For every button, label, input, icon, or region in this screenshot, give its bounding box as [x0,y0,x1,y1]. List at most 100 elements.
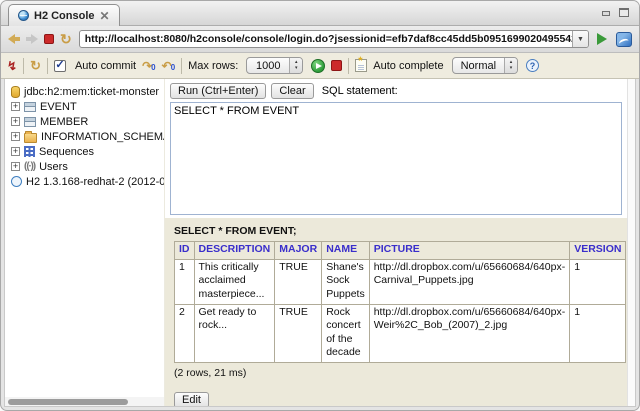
globe-icon [18,10,29,21]
separator [181,58,182,74]
result-frame: SELECT * FROM EVENT; IDDESCRIPTIONMAJORN… [165,218,627,406]
schema-tree: jdbc:h2:mem:ticket-monster+EVENT+MEMBER+… [5,79,164,406]
tree-item[interactable]: + EVENT [11,99,164,114]
close-icon[interactable]: ✕ [100,10,110,22]
tree-item-label: EVENT [40,101,77,113]
table-cell: 1 [570,304,626,363]
tab-title: H2 Console [34,10,95,22]
minimize-icon[interactable] [601,8,611,17]
browser-toolbar: ↻ http://localhost:8080/h2console/consol… [1,26,639,53]
max-rows-label: Max rows: [188,60,238,72]
table-row[interactable]: 2Get ready to rock...TRUERock concert of… [175,304,626,363]
sequences-icon [24,146,35,157]
external-browser-icon[interactable] [616,32,632,47]
back-icon[interactable] [8,34,20,44]
tree-item[interactable]: jdbc:h2:mem:ticket-monster [11,84,164,99]
commit-icon[interactable]: ↷ 0 [142,60,156,72]
scrollbar-thumb[interactable] [8,399,128,405]
tree-horizontal-scrollbar[interactable] [5,397,164,406]
refresh-tree-icon[interactable]: ↻ [30,59,41,72]
tree-item[interactable]: + INFORMATION_SCHEMA [11,129,164,144]
expand-icon[interactable]: + [11,132,20,141]
expand-icon[interactable]: + [11,102,20,111]
tab-h2-console[interactable]: H2 Console ✕ [8,4,120,26]
column-header[interactable]: PICTURE [369,242,569,260]
query-frame: Run (Ctrl+Enter) Clear SQL statement: SE… [165,79,627,218]
stepper-icon: ▴▾ [504,58,517,73]
tree-item-label: H2 1.3.168-redhat-2 (2012-07-13 [26,176,164,188]
auto-complete-value: Normal [453,60,504,72]
table-cell: 1 [570,259,626,304]
info-icon [11,176,22,187]
go-icon[interactable] [597,33,607,45]
main-area: jdbc:h2:mem:ticket-monster+EVENT+MEMBER+… [4,79,636,407]
table-cell: 1 [175,259,195,304]
table-cell: Get ready to rock... [194,304,275,363]
url-dropdown-icon[interactable]: ▼ [572,31,588,47]
table-row[interactable]: 1This critically acclaimed masterpiece..… [175,259,626,304]
expand-icon[interactable]: + [11,117,20,126]
tab-bar: H2 Console ✕ [1,1,639,26]
column-header[interactable]: DESCRIPTION [194,242,275,260]
tree-item[interactable]: H2 1.3.168-redhat-2 (2012-07-13 [11,174,164,189]
table-cell: TRUE [275,304,322,363]
table-cell: TRUE [275,259,322,304]
column-header[interactable]: MAJOR [275,242,322,260]
auto-complete-icon[interactable] [355,59,367,72]
refresh-icon[interactable]: ↻ [60,32,72,46]
stop-icon[interactable] [44,34,54,44]
stepper-icon: ▴▾ [289,58,302,73]
tree-item-label: Sequences [39,146,94,158]
expand-icon[interactable]: + [11,147,20,156]
separator [47,58,48,74]
rollback-count: 0 [171,64,175,72]
tree-item[interactable]: + ((∙)) Users [11,159,164,174]
column-header[interactable]: ID [175,242,195,260]
table-cell: http://dl.dropbox.com/u/65660684/640px-W… [369,304,569,363]
run-icon[interactable] [311,59,325,73]
max-rows-select[interactable]: 1000 ▴▾ [246,57,303,74]
rollback-icon[interactable]: ↶ 0 [162,60,176,72]
h2-toolbar: ↯ ↻ ✓ Auto commit ↷ 0 ↶ 0 Max rows: 1000… [1,53,639,79]
table-icon [24,117,36,127]
sql-input[interactable]: SELECT * FROM EVENT [170,102,622,215]
expand-icon[interactable]: + [11,162,20,171]
edit-button[interactable]: Edit [174,392,209,406]
auto-commit-checkbox[interactable]: ✓ [54,60,66,72]
auto-commit-label: Auto commit [75,60,136,72]
commit-count: 0 [151,64,155,72]
tree-item[interactable]: + Sequences [11,144,164,159]
table-cell: Shane's Sock Puppets [322,259,370,304]
tree-item-label: INFORMATION_SCHEMA [41,131,164,143]
column-header[interactable]: NAME [322,242,370,260]
auto-complete-label: Auto complete [373,60,443,72]
table-icon [24,102,36,112]
auto-complete-select[interactable]: Normal ▴▾ [452,57,518,74]
maximize-icon[interactable] [619,8,629,17]
folder-icon [24,133,37,143]
query-result-pane: Run (Ctrl+Enter) Clear SQL statement: SE… [164,79,627,406]
forward-icon[interactable] [26,34,38,44]
vertical-scrollbar[interactable] [627,79,635,406]
disconnect-icon[interactable]: ↯ [7,60,17,72]
url-text[interactable]: http://localhost:8080/h2console/console/… [80,33,572,45]
url-field[interactable]: http://localhost:8080/h2console/console/… [79,30,589,48]
table-cell: http://dl.dropbox.com/u/65660684/640px-C… [369,259,569,304]
users-icon: ((∙)) [24,161,35,172]
table-cell: This critically acclaimed masterpiece... [194,259,275,304]
clear-button[interactable]: Clear [271,83,313,99]
table-cell: Rock concert of the decade [322,304,370,363]
run-button[interactable]: Run (Ctrl+Enter) [170,83,266,99]
separator [23,58,24,74]
tree-item-label: Users [39,161,68,173]
h2-console-view: H2 Console ✕ ↻ http://localhost:8080/h2c… [0,0,640,411]
tree-item-label: jdbc:h2:mem:ticket-monster [24,86,159,98]
result-table: IDDESCRIPTIONMAJORNAMEPICTUREVERSION 1Th… [174,241,626,363]
tree-item[interactable]: +MEMBER [11,114,164,129]
max-rows-value: 1000 [247,60,289,72]
separator [348,58,349,74]
executed-statement: SELECT * FROM EVENT; [174,225,618,237]
help-icon[interactable]: ? [526,59,539,72]
stop-query-icon[interactable] [331,60,342,71]
column-header[interactable]: VERSION [570,242,626,260]
